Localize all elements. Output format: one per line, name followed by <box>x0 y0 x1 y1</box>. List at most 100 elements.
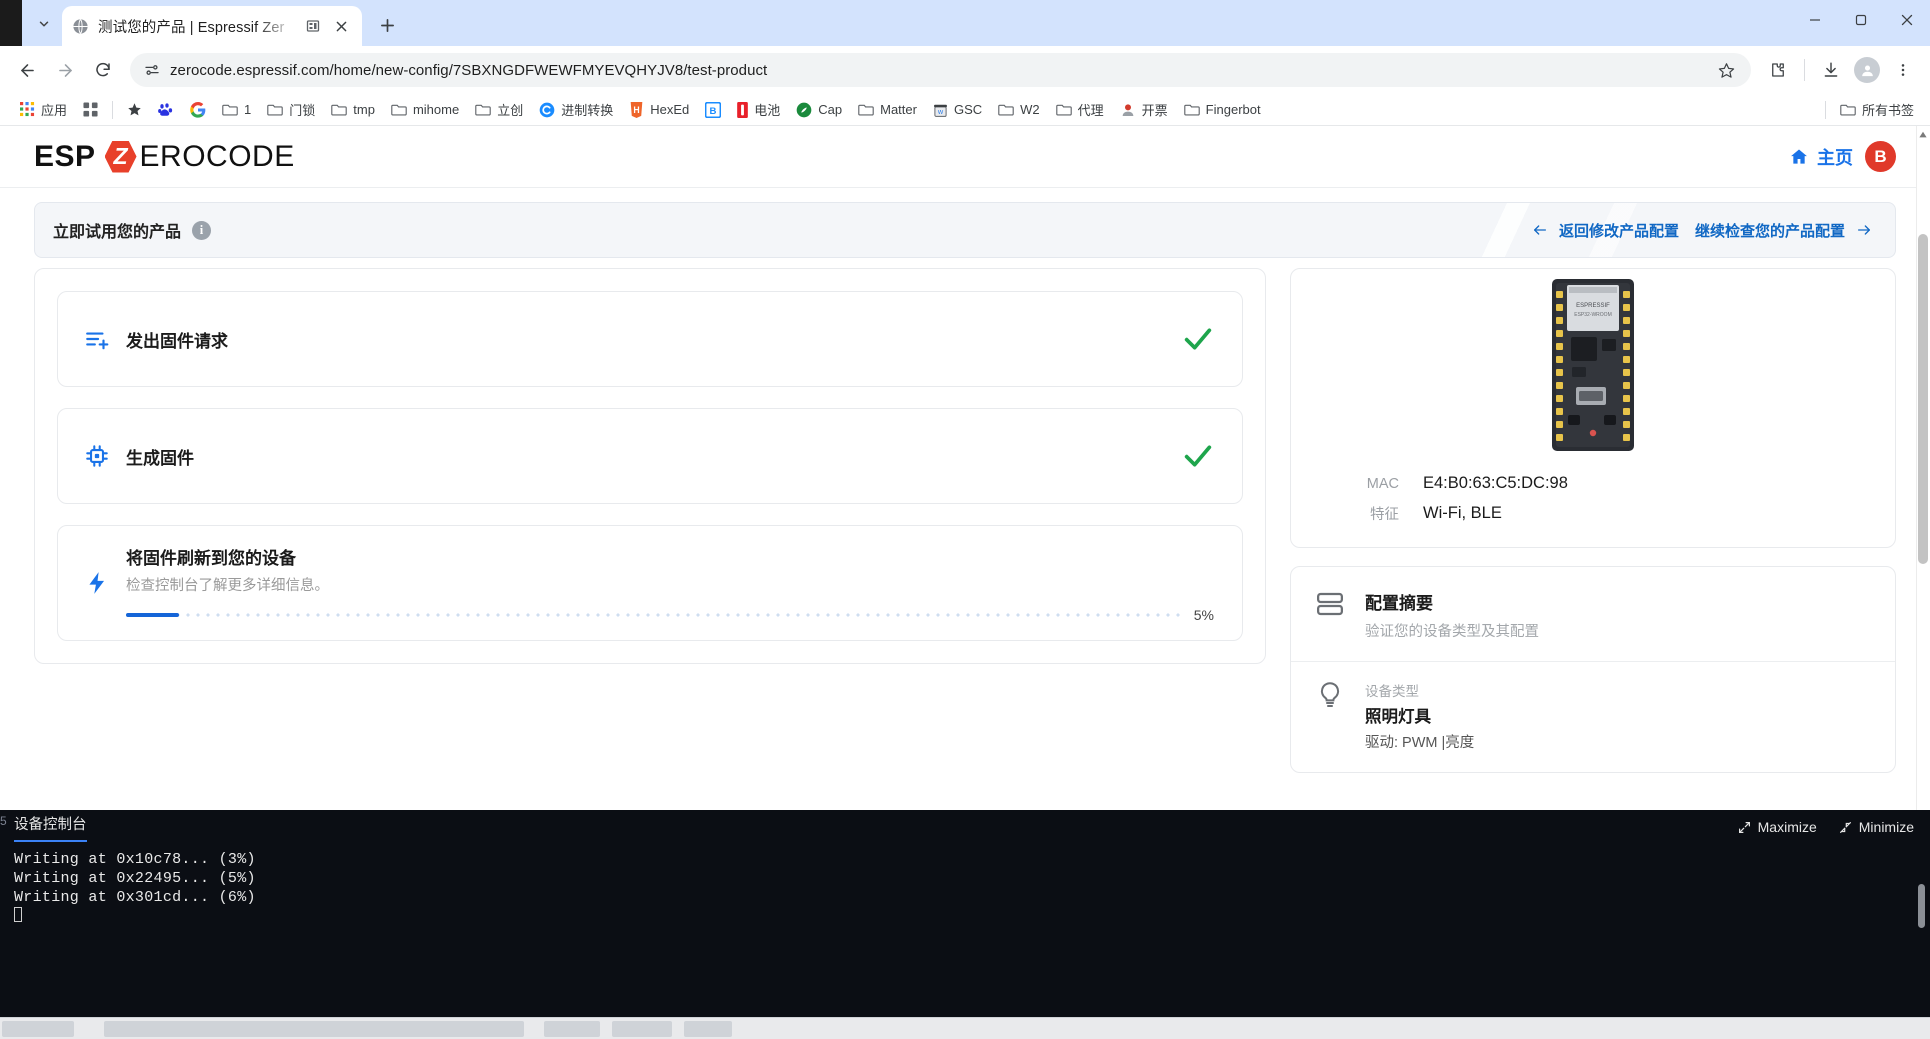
step-flash-firmware: 将固件刷新到您的设备 检查控制台了解更多详细信息。 5% <box>57 525 1243 641</box>
bookmark-folder-proxy[interactable]: 代理 <box>1048 96 1112 123</box>
gsc-icon: W <box>934 104 947 117</box>
try-product-banner: 立即试用您的产品 i 返回修改产品配置 继续检查您的产品配置 <box>34 202 1896 258</box>
bookmark-label: Cap <box>818 102 843 117</box>
folder-icon <box>1840 104 1856 116</box>
scroll-up-arrow[interactable] <box>1918 129 1928 141</box>
hexed-icon: H <box>630 101 643 118</box>
user-avatar[interactable]: B <box>1865 141 1896 172</box>
browser-tab[interactable]: 测试您的产品 | Espressif Zer <box>62 6 362 46</box>
back-button[interactable] <box>10 53 44 87</box>
tab-close-button[interactable] <box>330 15 352 37</box>
window-close-button[interactable] <box>1884 0 1930 40</box>
bookmark-gsc[interactable]: W GSC <box>925 98 990 122</box>
console-minimize-label: Minimize <box>1858 819 1914 835</box>
bookmark-folder-w2[interactable]: W2 <box>990 98 1048 121</box>
bookmark-folder-1[interactable]: 1 <box>214 98 259 121</box>
home-icon <box>1791 149 1807 164</box>
bookmark-star[interactable] <box>119 98 150 121</box>
reload-button[interactable] <box>86 53 120 87</box>
console-minimize-button[interactable]: Minimize <box>1839 819 1914 835</box>
step-title: 生成固件 <box>126 448 194 468</box>
console-scrollbar-thumb[interactable] <box>1918 884 1925 928</box>
bookmark-cap[interactable]: Cap <box>788 98 850 122</box>
bookmark-folder-fingerbot[interactable]: Fingerbot <box>1176 98 1269 121</box>
address-bar[interactable]: zerocode.espressif.com/home/new-config/7… <box>130 53 1751 87</box>
banner-actions: 返回修改产品配置 继续检查您的产品配置 <box>1531 220 1873 241</box>
chrome-menu-button[interactable] <box>1886 53 1920 87</box>
continue-check-config-link[interactable]: 继续检查您的产品配置 <box>1695 220 1873 241</box>
taskbar-item[interactable] <box>2 1020 74 1037</box>
bookmark-folder-menlock[interactable]: 门锁 <box>259 96 323 123</box>
page-scrollbar-thumb[interactable] <box>1918 234 1928 564</box>
bookmark-star-button[interactable] <box>1713 57 1739 83</box>
toolbar-right-actions <box>1761 53 1920 87</box>
avatar-initial: B <box>1874 146 1887 166</box>
taskbar-item[interactable] <box>684 1020 732 1037</box>
site-logo[interactable]: ESP Z EROCODE <box>34 140 295 174</box>
bookmark-folder-mihome[interactable]: mihome <box>383 98 467 121</box>
bookmark-folder-matter[interactable]: Matter <box>850 98 925 121</box>
bookmark-invoice[interactable]: 开票 <box>1112 96 1176 123</box>
bookmark-app-launcher[interactable] <box>75 98 106 121</box>
config-summary-subtitle: 验证您的设备类型及其配置 <box>1365 624 1539 640</box>
taskbar-item[interactable] <box>104 1020 524 1037</box>
battery-red-icon <box>737 101 749 118</box>
console-line: Writing at 0x301cd... (6%) <box>14 889 256 906</box>
bolt-icon <box>84 570 126 596</box>
console-header: 5 设备控制台 Maximize Minimize <box>0 810 1930 844</box>
window-minimize-button[interactable] <box>1792 0 1838 40</box>
check-icon <box>1184 328 1212 350</box>
forward-button[interactable] <box>48 53 82 87</box>
tab-strip: 测试您的产品 | Espressif Zer <box>0 0 1930 46</box>
device-card: ESPRESSIF ESP32-WROOM MAC E4:B0:63:C5:DC… <box>1290 268 1896 548</box>
bookmark-apps[interactable]: 应用 <box>12 96 75 123</box>
console-maximize-button[interactable]: Maximize <box>1738 819 1817 835</box>
banner-title: 立即试用您的产品 <box>53 224 182 241</box>
bookmark-battery[interactable]: 电池 <box>729 96 788 123</box>
config-summary-text: 配置摘要 验证您的设备类型及其配置 <box>1365 589 1539 641</box>
bookmark-folder-tmp[interactable]: tmp <box>323 98 383 121</box>
logo-z-letter: Z <box>113 143 128 169</box>
taskbar-item[interactable] <box>544 1020 600 1037</box>
svg-text:B: B <box>710 106 717 117</box>
window-maximize-button[interactable] <box>1838 0 1884 40</box>
os-taskbar <box>0 1017 1930 1039</box>
info-icon[interactable]: i <box>192 220 212 240</box>
step-status-done <box>1174 323 1214 355</box>
tab-search-button[interactable] <box>26 6 62 42</box>
downloads-button[interactable] <box>1814 53 1848 87</box>
home-nav-link[interactable]: 主页 <box>1789 144 1853 170</box>
site-settings-icon[interactable] <box>144 62 160 78</box>
bookmark-baidu[interactable] <box>150 98 182 122</box>
bookmark-label: 立创 <box>497 103 524 118</box>
address-bar-url: zerocode.espressif.com/home/new-config/7… <box>170 61 768 79</box>
bookmark-label: 进制转换 <box>561 103 614 118</box>
console-tab[interactable]: 设备控制台 <box>14 813 87 842</box>
bookmark-bitbucket[interactable]: B <box>697 98 729 122</box>
profile-button[interactable] <box>1850 53 1884 87</box>
profile-avatar <box>1854 57 1880 83</box>
bookmark-label: GSC <box>953 102 983 117</box>
taskbar-item[interactable] <box>612 1020 672 1037</box>
folder-icon <box>222 104 238 116</box>
bookmark-folder-lichuang[interactable]: 立创 <box>467 96 531 123</box>
console-output[interactable]: Writing at 0x10c78... (3%) Writing at 0x… <box>0 844 1930 1017</box>
bookmark-label: W2 <box>1020 102 1040 117</box>
google-icon <box>190 101 206 118</box>
back-to-config-link[interactable]: 返回修改产品配置 <box>1531 220 1679 241</box>
device-field-value: E4:B0:63:C5:DC:98 <box>1423 474 1568 492</box>
bookmark-base-convert[interactable]: 进制转换 <box>531 96 621 123</box>
device-field-key: MAC <box>1366 475 1399 492</box>
request-list-icon <box>84 326 126 352</box>
bookmark-label: 1 <box>244 102 252 117</box>
bookmark-hexed[interactable]: H HexEd <box>621 98 697 122</box>
bookmark-google[interactable] <box>182 98 214 122</box>
logo-z-badge: Z <box>104 140 137 173</box>
page-viewport: ESP Z EROCODE 主页 B 立即试用您的产品 i 返回修改产品配置 继… <box>0 126 1930 1017</box>
extensions-button[interactable] <box>1761 53 1795 87</box>
progress-fill <box>126 612 179 617</box>
new-tab-button[interactable] <box>370 8 404 42</box>
bookmark-all-bookmarks[interactable]: 所有书签 <box>1832 96 1922 123</box>
folder-icon <box>475 104 491 116</box>
header-right: 主页 B <box>1789 141 1896 172</box>
